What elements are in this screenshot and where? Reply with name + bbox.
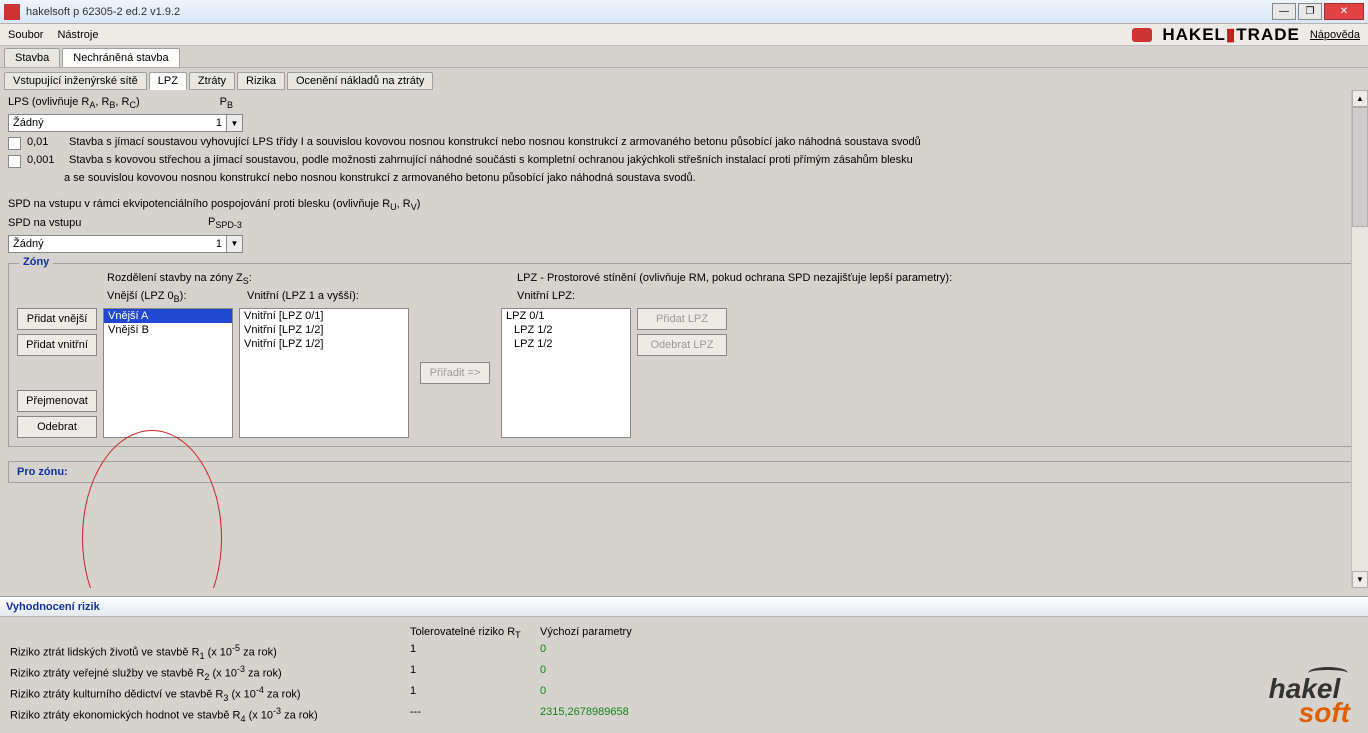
scroll-thumb[interactable] xyxy=(1352,107,1368,227)
btn-priradit[interactable]: Přiřadit => xyxy=(420,362,490,384)
tab-nechranena-stavba[interactable]: Nechráněná stavba xyxy=(62,48,179,67)
pro-zonu-label: Pro zónu: xyxy=(17,466,68,478)
chevron-down-icon[interactable]: ▼ xyxy=(226,236,242,252)
content-area: LPS (ovlivňuje RA, RB, RC) PB Žádný 1 ▼ … xyxy=(0,90,1368,588)
zones-lpz-stineni-label: LPZ - Prostorové stínění (ovlivňuje RM, … xyxy=(517,272,952,286)
eval-header-row: Tolerovatelné riziko RT Výchozí parametr… xyxy=(10,626,1358,640)
btn-odebrat-lpz[interactable]: Odebrat LPZ xyxy=(637,334,727,356)
sub-tabstrip: Vstupující inženýrské sítě LPZ Ztráty Ri… xyxy=(0,68,1368,90)
scroll-down-button[interactable]: ▼ xyxy=(1352,571,1368,588)
chk-001-val: 0,01 xyxy=(27,136,63,148)
list-item[interactable]: Vnější A xyxy=(104,309,232,323)
btn-odebrat[interactable]: Odebrat xyxy=(17,416,97,438)
col-vnitrni-label: Vnitřní (LPZ 1 a vyšší): xyxy=(247,290,517,304)
subtab-ztraty[interactable]: Ztráty xyxy=(189,72,235,90)
spd-label: SPD na vstupu xyxy=(8,217,208,229)
footer-logo: hakelsoft xyxy=(1269,677,1350,725)
subtab-rizika[interactable]: Rizika xyxy=(237,72,285,90)
eval-row: Riziko ztráty ekonomických hodnot ve sta… xyxy=(10,706,1358,724)
tab-stavba[interactable]: Stavba xyxy=(4,48,60,67)
chk-0001-val: 0,001 xyxy=(27,154,63,166)
list-item[interactable]: Vnější B xyxy=(104,323,232,337)
main-tabstrip: Stavba Nechráněná stavba xyxy=(0,46,1368,68)
pro-zonu-section: Pro zónu: xyxy=(8,461,1360,483)
titlebar: hakelsoft p 62305-2 ed.2 v1.9.2 — ❐ ✕ xyxy=(0,0,1368,24)
list-item[interactable]: Vnitřní [LPZ 1/2] xyxy=(240,337,408,351)
btn-prejmenovat[interactable]: Přejmenovat xyxy=(17,390,97,412)
eval-panel: Vyhodnocení rizik Tolerovatelné riziko R… xyxy=(0,596,1368,726)
list-item[interactable]: Vnitřní [LPZ 0/1] xyxy=(240,309,408,323)
menubar: Soubor Nástroje HAKEL▮TRADE Nápověda xyxy=(0,24,1368,46)
listbox-vnejsi[interactable]: Vnější A Vnější B xyxy=(103,308,233,438)
chk-001[interactable] xyxy=(8,137,21,150)
list-item[interactable]: LPZ 0/1 xyxy=(502,309,630,323)
listbox-vnitrni[interactable]: Vnitřní [LPZ 0/1] Vnitřní [LPZ 1/2] Vnit… xyxy=(239,308,409,438)
brand-icon xyxy=(1132,28,1152,42)
menu-file[interactable]: Soubor xyxy=(8,29,43,41)
chk-0001-cont: a se souvislou kovovou nosnou konstrukcí… xyxy=(64,172,1360,184)
btn-pridat-vnitrni[interactable]: Přidat vnitřní xyxy=(17,334,97,356)
subtab-vstupujici[interactable]: Vstupující inženýrské sítě xyxy=(4,72,147,90)
spd-p-label: PSPD-3 xyxy=(208,216,242,230)
scrollbar-vertical[interactable]: ▲ ▼ xyxy=(1351,90,1368,588)
zones-rozdeleni-label: Rozdělení stavby na zóny ZS: xyxy=(107,272,517,286)
col-vnejsi-label: Vnější (LPZ 0B): xyxy=(107,290,247,304)
lps-pb-label: PB xyxy=(220,96,233,110)
btn-pridat-lpz[interactable]: Přidat LPZ xyxy=(637,308,727,330)
brand-text: HAKEL▮TRADE xyxy=(1162,25,1299,45)
chk-0001[interactable] xyxy=(8,155,21,168)
scroll-up-button[interactable]: ▲ xyxy=(1352,90,1368,107)
menu-tools[interactable]: Nástroje xyxy=(57,29,98,41)
eval-row: Riziko ztráty veřejné služby ve stavbě R… xyxy=(10,664,1358,682)
list-item[interactable]: LPZ 1/2 xyxy=(502,337,630,351)
subtab-oceneni[interactable]: Ocenění nákladů na ztráty xyxy=(287,72,433,90)
list-item[interactable]: LPZ 1/2 xyxy=(502,323,630,337)
app-icon xyxy=(4,4,20,20)
col-lpz-label: Vnitřní LPZ: xyxy=(517,290,677,304)
list-item[interactable]: Vnitřní [LPZ 1/2] xyxy=(240,323,408,337)
spd-dropdown[interactable]: Žádný 1 ▼ xyxy=(8,235,243,253)
spd-heading: SPD na vstupu v rámci ekvipotenciálního … xyxy=(8,198,1360,212)
maximize-button[interactable]: ❐ xyxy=(1298,3,1322,20)
btn-pridat-vnejsi[interactable]: Přidat vnější xyxy=(17,308,97,330)
chk-001-text: Stavba s jímací soustavou vyhovující LPS… xyxy=(69,136,921,148)
lps-title: LPS (ovlivňuje RA, RB, RC) xyxy=(8,96,140,110)
annotation-ellipse xyxy=(82,430,222,588)
zones-legend: Zóny xyxy=(19,256,53,268)
close-button[interactable]: ✕ xyxy=(1324,3,1364,20)
eval-row: Riziko ztrát lidských životů ve stavbě R… xyxy=(10,643,1358,661)
chk-0001-text: Stavba s kovovou střechou a jímací soust… xyxy=(69,154,913,166)
window-title: hakelsoft p 62305-2 ed.2 v1.9.2 xyxy=(26,6,1270,18)
eval-header: Vyhodnocení rizik xyxy=(0,597,1368,617)
menu-help[interactable]: Nápověda xyxy=(1310,29,1360,41)
chevron-down-icon[interactable]: ▼ xyxy=(226,115,242,131)
minimize-button[interactable]: — xyxy=(1272,3,1296,20)
eval-row: Riziko ztráty kulturního dědictví ve sta… xyxy=(10,685,1358,703)
listbox-lpz[interactable]: LPZ 0/1 LPZ 1/2 LPZ 1/2 xyxy=(501,308,631,438)
subtab-lpz[interactable]: LPZ xyxy=(149,72,187,90)
lps-dropdown[interactable]: Žádný 1 ▼ xyxy=(8,114,243,132)
zones-fieldset: Zóny Rozdělení stavby na zóny ZS: LPZ - … xyxy=(8,263,1360,447)
